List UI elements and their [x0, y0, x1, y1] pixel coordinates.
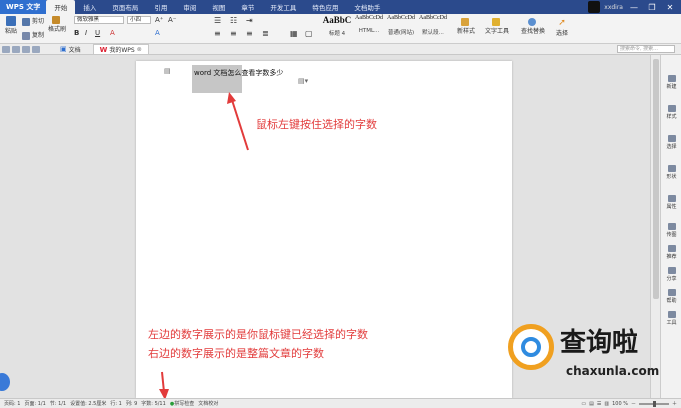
side-item-share[interactable]: 分享	[661, 267, 681, 282]
arrowhead-top	[227, 92, 236, 104]
status-bar: 页码: 1 页面: 1/1 节: 1/1 设置值: 2.5厘米 行: 1 列: …	[0, 398, 681, 408]
page-view-icon[interactable]: ▭	[581, 401, 586, 407]
side-item-label: 选择	[666, 144, 677, 150]
web-view-icon[interactable]: ▤	[589, 401, 594, 407]
side-item-label: 传图	[666, 232, 677, 238]
status-spell-check[interactable]: 拼写检查	[174, 400, 194, 407]
side-item-select[interactable]: 选择	[661, 135, 681, 150]
side-item-label: 分享	[666, 276, 677, 282]
new-icon	[667, 75, 676, 82]
image-icon	[667, 223, 676, 230]
side-item-label: 推荐	[666, 254, 677, 260]
scrollbar-thumb[interactable]	[653, 59, 659, 299]
status-position[interactable]: 设置值: 2.5厘米	[70, 400, 106, 407]
side-item-label: 帮助	[666, 298, 677, 304]
status-line[interactable]: 行: 1	[110, 400, 121, 407]
reading-view-icon[interactable]: ▥	[604, 401, 609, 407]
zoom-level[interactable]: 100 %	[612, 401, 628, 407]
outline-view-icon[interactable]: ☰	[597, 401, 601, 407]
side-item-label: 样式	[666, 114, 677, 120]
magnifier-logo-icon	[508, 324, 554, 370]
status-right-controls: ▭ ▤ ☰ ▥ 100 % － ＋	[581, 400, 681, 407]
zoom-out-icon[interactable]: －	[631, 400, 636, 407]
status-page[interactable]: 页码: 1	[4, 400, 20, 407]
select-icon	[667, 135, 676, 142]
side-item-shape[interactable]: 形状	[661, 165, 681, 180]
help-icon	[667, 289, 676, 296]
side-item-label: 新建	[666, 84, 677, 90]
recommend-icon	[667, 245, 676, 252]
side-item-upload-image[interactable]: 传图	[661, 223, 681, 238]
property-icon	[667, 195, 676, 202]
status-column[interactable]: 列: 9	[126, 400, 137, 407]
shape-icon	[667, 165, 676, 172]
side-item-label: 属性	[666, 204, 677, 210]
watermark-text: 查询啦	[560, 328, 639, 358]
zoom-slider[interactable]	[638, 400, 669, 407]
tools-icon	[667, 311, 676, 318]
status-pages[interactable]: 页面: 1/1	[24, 400, 45, 407]
arrow-to-selection	[231, 99, 249, 151]
side-item-new[interactable]: 新建	[661, 75, 681, 90]
side-item-recommend[interactable]: 推荐	[661, 245, 681, 260]
side-item-help[interactable]: 帮助	[661, 289, 681, 304]
status-section[interactable]: 节: 1/1	[50, 400, 66, 407]
watermark-domain: chaxunla.com	[566, 364, 660, 378]
zoom-slider-knob[interactable]	[652, 400, 656, 407]
side-item-style[interactable]: 样式	[661, 105, 681, 120]
style-icon	[667, 105, 676, 112]
share-icon	[667, 267, 676, 274]
watermark-logo: 查询啦 chaxunla.com	[508, 320, 673, 388]
status-doc-check[interactable]: 文档校对	[198, 400, 218, 407]
status-word-count[interactable]: 字数: 5/11	[141, 400, 166, 407]
magnifier-inner-icon	[521, 337, 541, 357]
side-item-label: 形状	[666, 174, 677, 180]
zoom-in-icon[interactable]: ＋	[672, 400, 677, 407]
side-item-property[interactable]: 属性	[661, 195, 681, 210]
